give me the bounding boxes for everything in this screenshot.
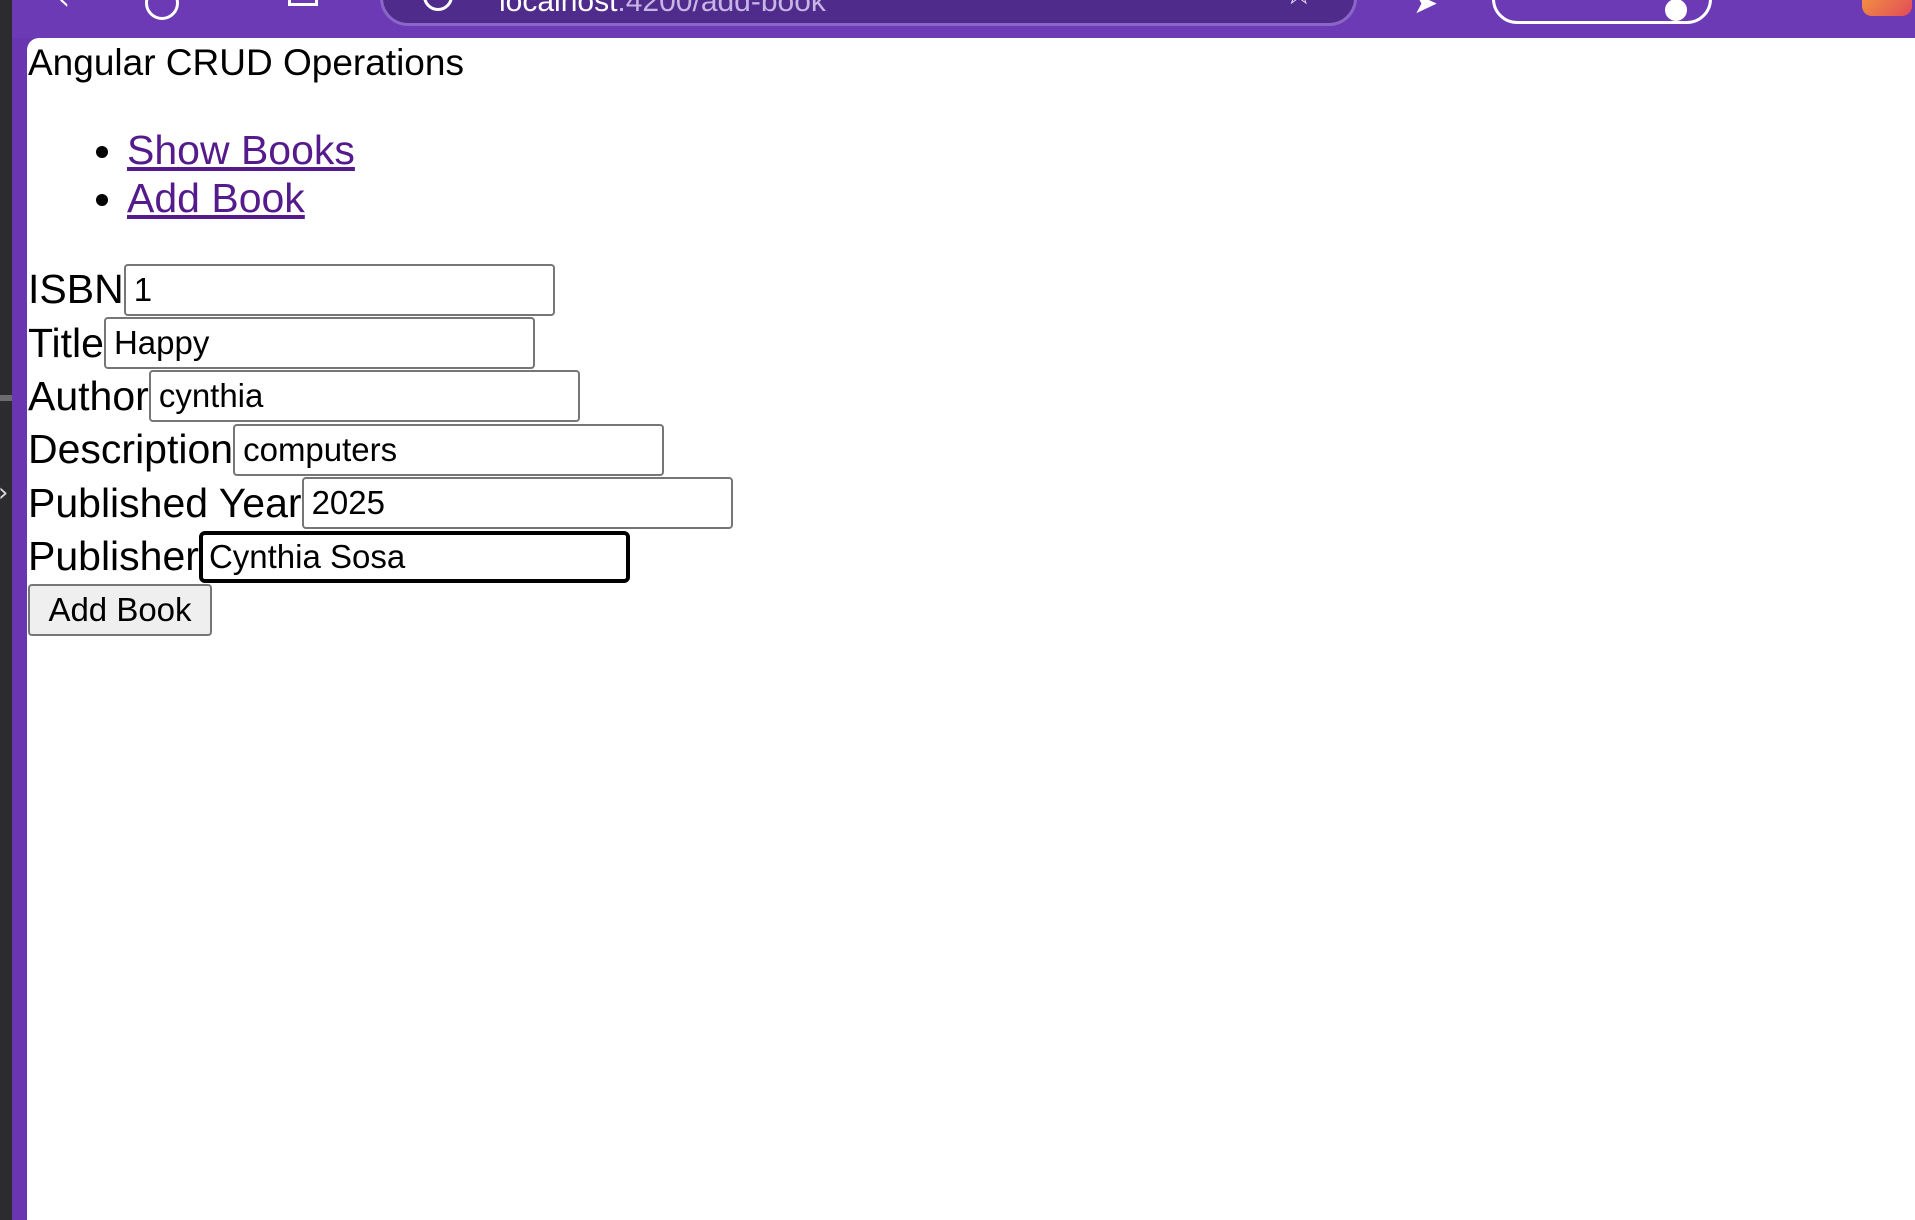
app-title: Angular CRUD Operations	[28, 42, 464, 83]
add-book-button[interactable]: Add Book	[28, 584, 212, 637]
profile-button[interactable]	[1492, 0, 1712, 24]
browser-toolbar: ‹ localhost:4200/add-book ☆ ➤	[0, 0, 1915, 38]
isbn-label: ISBN	[28, 266, 124, 313]
sidebar-chevron-icon[interactable]: ›	[0, 478, 8, 508]
tabs-icon[interactable]	[288, 0, 318, 6]
author-input[interactable]	[148, 370, 580, 423]
bookmark-star-icon[interactable]: ☆	[1284, 0, 1314, 13]
published-year-label: Published Year	[28, 479, 302, 526]
address-url[interactable]: localhost:4200/add-book	[499, 0, 826, 19]
back-icon[interactable]: ‹	[58, 0, 70, 17]
published-year-input[interactable]	[301, 477, 733, 530]
add-book-form: ISBN Title Author Description Published …	[28, 263, 733, 637]
author-label: Author	[28, 372, 149, 419]
isbn-input[interactable]	[123, 263, 555, 316]
nav-item-show-books: Show Books	[127, 126, 355, 174]
add-book-link[interactable]: Add Book	[127, 175, 305, 221]
publisher-row: Publisher	[28, 530, 733, 583]
author-row: Author	[28, 370, 733, 423]
nav-item-add-book: Add Book	[127, 174, 355, 222]
publisher-input[interactable]	[198, 530, 630, 583]
title-row: Title	[28, 316, 733, 370]
send-icon[interactable]: ➤	[1413, 0, 1438, 21]
published-year-row: Published Year	[28, 477, 733, 530]
title-label: Title	[28, 319, 104, 366]
app-logo-icon[interactable]	[1862, 0, 1912, 16]
side-panel-marker	[0, 395, 12, 401]
isbn-row: ISBN	[28, 263, 733, 316]
title-input[interactable]	[103, 317, 535, 370]
reload-icon[interactable]	[145, 0, 179, 20]
site-info-icon[interactable]	[423, 0, 453, 11]
page-viewport: Angular CRUD Operations Show Books Add B…	[27, 38, 1915, 1220]
address-bar[interactable]: localhost:4200/add-book ☆	[380, 0, 1357, 26]
description-row: Description	[28, 423, 733, 476]
publisher-label: Publisher	[28, 533, 199, 580]
nav-list: Show Books Add Book	[27, 126, 355, 222]
show-books-link[interactable]: Show Books	[127, 127, 355, 173]
side-panel-strip: ›	[0, 0, 12, 1220]
description-label: Description	[28, 426, 234, 473]
description-input[interactable]	[233, 423, 665, 476]
profile-icon	[1665, 0, 1687, 21]
